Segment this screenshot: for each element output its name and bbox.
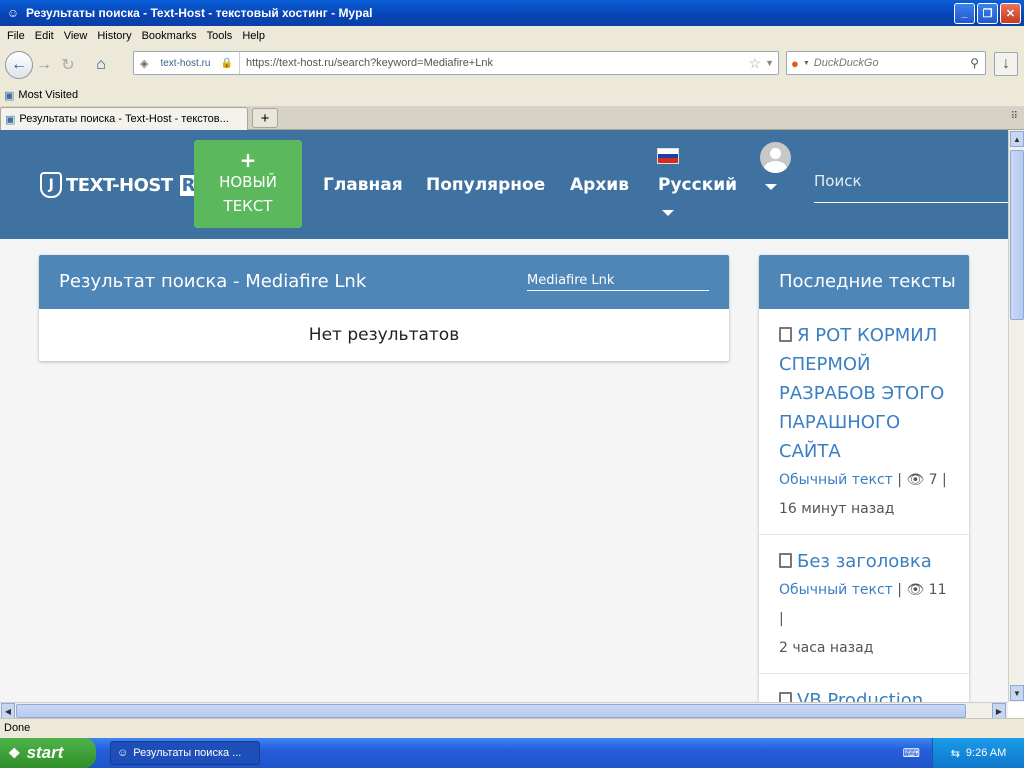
keyword-input[interactable]: Mediafire Lnk xyxy=(527,273,709,291)
document-icon xyxy=(779,553,792,568)
scroll-up-icon[interactable]: ▲ xyxy=(1010,131,1024,147)
reload-button[interactable]: ↻ xyxy=(55,52,81,78)
post-views: 7 xyxy=(928,472,938,488)
system-tray: ⇆ 9:26 AM xyxy=(932,738,1024,768)
list-item: Я РОТ КОРМИЛ СПЕРМОЙ РАЗРАБОВ ЭТОГО ПАРА… xyxy=(759,309,969,535)
most-visited-bookmark[interactable]: Most Visited xyxy=(18,89,78,101)
close-button[interactable]: ✕ xyxy=(1000,2,1021,24)
back-button[interactable]: ← xyxy=(5,51,33,79)
no-results-text: Нет результатов xyxy=(308,325,460,345)
status-bar: Done xyxy=(0,718,1024,738)
downloads-button[interactable]: ↓ xyxy=(994,52,1018,76)
menu-tools[interactable]: Tools xyxy=(202,30,238,42)
restore-button[interactable]: ❐ xyxy=(977,2,998,24)
address-bar[interactable]: ◈ text-host.ru 🔒 https://text-host.ru/se… xyxy=(133,51,779,75)
scroll-left-icon[interactable]: ◀ xyxy=(1,703,15,719)
browser-icon: ☺ xyxy=(117,747,129,759)
nav-home[interactable]: Главная xyxy=(323,175,403,195)
nav-popular[interactable]: Популярное xyxy=(426,175,545,195)
site-header: J TEXT-HOST RU + НОВЫЙ ТЕКСТ Главная Поп… xyxy=(0,130,1008,239)
new-text-button[interactable]: + НОВЫЙ ТЕКСТ xyxy=(194,140,302,228)
post-time: 16 минут назад xyxy=(779,501,895,517)
eye-icon: 👁 xyxy=(906,582,925,598)
tab-bar: ▣ Результаты поиска - Text-Host - тексто… xyxy=(0,106,1024,130)
window-title: Результаты поиска - Text-Host - текстовы… xyxy=(26,6,373,20)
engine-dropdown-icon[interactable]: ▼ xyxy=(803,60,810,67)
home-button[interactable]: ⌂ xyxy=(87,52,115,78)
post-title-link[interactable]: VB Production Standoff 2 xyxy=(779,690,923,702)
tab-list-icon[interactable]: ⠿ xyxy=(1011,111,1018,122)
menu-view[interactable]: View xyxy=(59,30,93,42)
scroll-right-icon[interactable]: ▶ xyxy=(992,703,1006,719)
post-title-link[interactable]: Без заголовка xyxy=(797,551,932,572)
plus-icon: + xyxy=(239,148,257,172)
bookmark-folder-icon: ▣ xyxy=(4,89,15,102)
search-results-card: Результат поиска - Mediafire Lnk Mediafi… xyxy=(39,255,729,361)
post-time: 2 часа назад xyxy=(779,640,874,656)
latest-texts-panel: Последние тексты Я РОТ КОРМИЛ СПЕРМОЙ РА… xyxy=(759,255,969,702)
list-item: Без заголовка Обычный текст | 👁 11 | 2 ч… xyxy=(759,535,969,674)
tab-favicon-icon: ▣ xyxy=(5,113,16,126)
shield-icon[interactable]: ◈ xyxy=(134,57,154,70)
horizontal-scroll-thumb[interactable] xyxy=(16,704,966,718)
latest-texts-title: Последние тексты xyxy=(759,255,969,309)
site-search-input[interactable]: Поиск xyxy=(814,167,1008,203)
results-title: Результат поиска - Mediafire Lnk xyxy=(59,271,367,292)
navigation-toolbar: ← → ↻ ⌂ ◈ text-host.ru 🔒 https://text-ho… xyxy=(0,46,1024,84)
vertical-scroll-thumb[interactable] xyxy=(1010,150,1024,320)
start-button[interactable]: ❖ start xyxy=(0,738,96,768)
taskbar: ❖ start ☺ Результаты поиска ... ⌨ ⇆ 9:26… xyxy=(0,738,1024,768)
nav-archive[interactable]: Архив xyxy=(570,175,629,195)
keyboard-icon[interactable]: ⌨ xyxy=(903,746,920,760)
menu-history[interactable]: History xyxy=(92,30,136,42)
nav-language[interactable]: Русский xyxy=(658,175,737,195)
menu-edit[interactable]: Edit xyxy=(30,30,59,42)
logo-shield-icon: J xyxy=(40,172,62,198)
lock-icon: 🔒 xyxy=(220,57,233,69)
language-caret-icon[interactable] xyxy=(662,210,674,216)
browser-icon: ☺ xyxy=(6,6,20,20)
windows-logo-icon: ❖ xyxy=(8,744,21,761)
forward-button[interactable]: → xyxy=(33,52,55,78)
menu-bookmarks[interactable]: Bookmarks xyxy=(137,30,202,42)
search-bar[interactable]: ● ▼ ⚲ xyxy=(786,51,986,75)
list-item: VB Production Standoff 2 xyxy=(759,674,969,702)
user-avatar[interactable] xyxy=(760,142,791,173)
bookmark-star-icon[interactable]: ☆ xyxy=(749,55,762,72)
web-search-input[interactable] xyxy=(813,57,954,69)
clock[interactable]: 9:26 AM xyxy=(966,747,1006,759)
menu-file[interactable]: File xyxy=(2,30,30,42)
network-icon[interactable]: ⇆ xyxy=(951,747,960,760)
post-category-link[interactable]: Обычный текст xyxy=(779,472,893,488)
post-category-link[interactable]: Обычный текст xyxy=(779,582,893,598)
eye-icon: 👁 xyxy=(906,472,925,488)
tab-search-results[interactable]: ▣ Результаты поиска - Text-Host - тексто… xyxy=(0,107,248,130)
horizontal-scrollbar[interactable]: ◀ ▶ xyxy=(0,702,1008,719)
document-icon xyxy=(779,327,792,342)
duckduckgo-icon[interactable]: ● xyxy=(791,56,799,71)
results-header: Результат поиска - Mediafire Lnk Mediafi… xyxy=(39,255,729,309)
russia-flag-icon[interactable] xyxy=(657,148,679,164)
menu-help[interactable]: Help xyxy=(237,30,270,42)
post-views: 11 xyxy=(928,582,947,598)
search-icon[interactable]: ⚲ xyxy=(970,56,979,70)
document-icon xyxy=(779,692,792,702)
url-text[interactable]: https://text-host.ru/search?keyword=Medi… xyxy=(240,57,749,69)
post-title-link[interactable]: Я РОТ КОРМИЛ СПЕРМОЙ РАЗРАБОВ ЭТОГО ПАРА… xyxy=(779,325,944,462)
site-identity[interactable]: text-host.ru 🔒 xyxy=(154,52,240,74)
bookmarks-toolbar: ▣ Most Visited xyxy=(0,84,1024,106)
url-dropdown-icon[interactable]: ▼ xyxy=(765,58,774,68)
page-viewport: J TEXT-HOST RU + НОВЫЙ ТЕКСТ Главная Поп… xyxy=(0,130,1008,702)
site-logo[interactable]: J TEXT-HOST RU xyxy=(40,172,212,198)
taskbar-browser-item[interactable]: ☺ Результаты поиска ... xyxy=(110,741,260,765)
user-caret-icon[interactable] xyxy=(765,184,777,190)
menu-bar: File Edit View History Bookmarks Tools H… xyxy=(0,26,1024,46)
window-titlebar: ☺ Результаты поиска - Text-Host - тексто… xyxy=(0,0,1024,26)
new-tab-button[interactable]: + xyxy=(252,108,278,128)
minimize-button[interactable]: _ xyxy=(954,2,975,24)
vertical-scrollbar[interactable]: ▲ ▼ xyxy=(1008,130,1024,702)
scroll-down-icon[interactable]: ▼ xyxy=(1010,685,1024,701)
